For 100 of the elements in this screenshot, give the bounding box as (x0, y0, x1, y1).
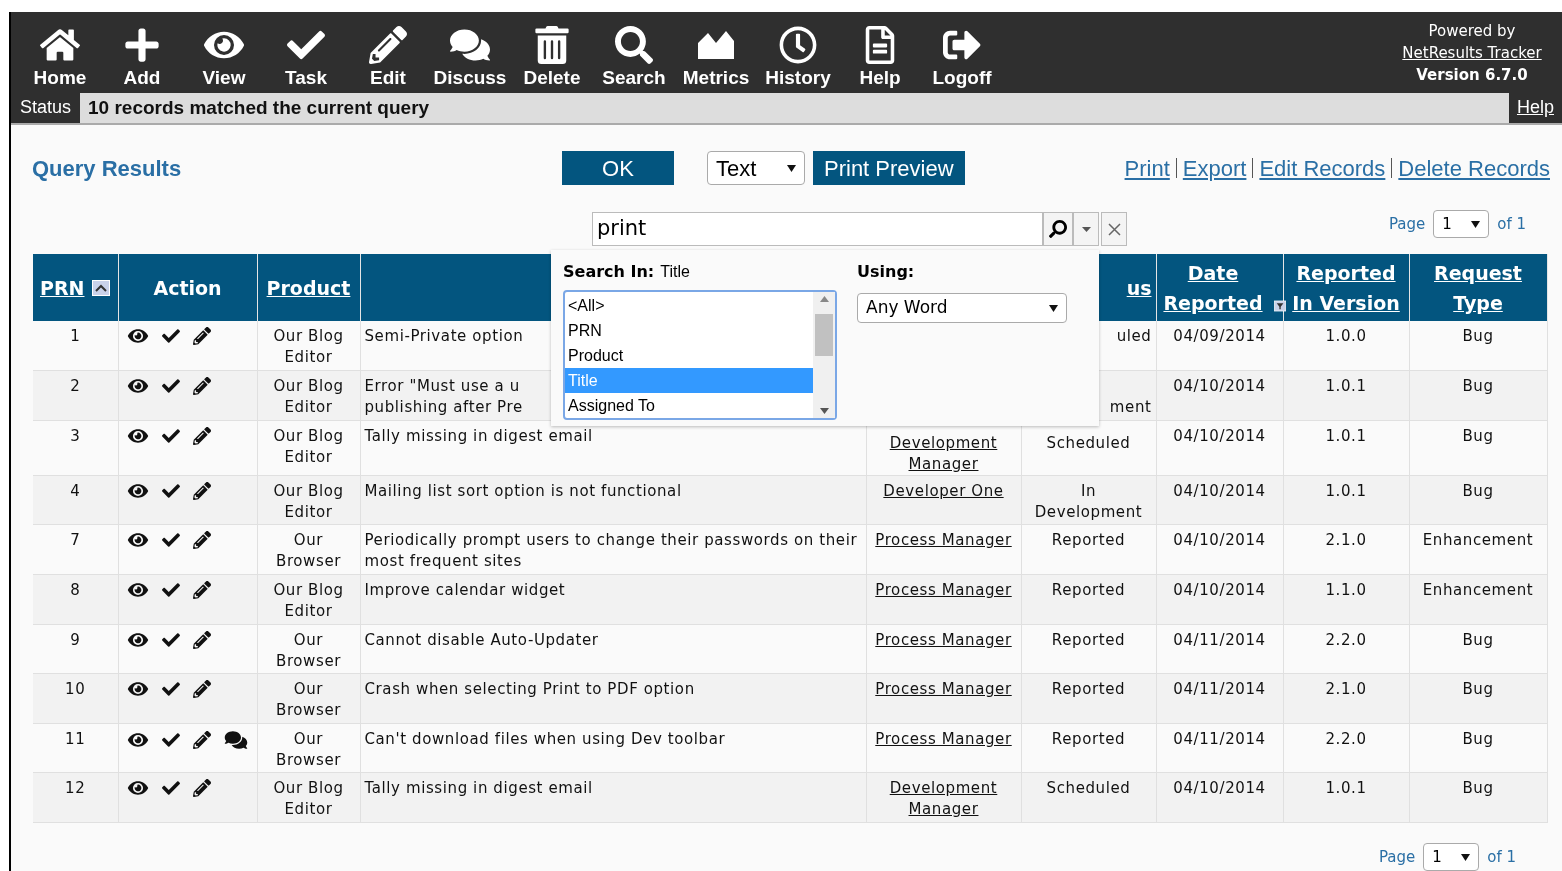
toolbar-button[interactable]: Search (593, 12, 675, 90)
assignee-link[interactable]: Process Manager (875, 728, 1012, 750)
action-link[interactable]: Delete Records (1398, 151, 1550, 185)
search-button[interactable] (1043, 212, 1073, 247)
using-select[interactable]: Any Word (857, 293, 1067, 323)
checkmark-icon[interactable] (160, 581, 181, 600)
checkmark-icon[interactable] (160, 680, 181, 699)
search-field-list[interactable]: <All> PRN Product Title Assigned To (563, 290, 837, 420)
using-label: Using: (857, 261, 916, 283)
view-icon[interactable] (126, 779, 149, 798)
field-option[interactable]: Assigned To (565, 393, 813, 418)
clear-search-button[interactable] (1101, 212, 1127, 247)
edit-icon[interactable] (192, 426, 211, 445)
status-cell: ment (1109, 398, 1152, 417)
edit-icon[interactable] (192, 327, 211, 346)
field-option[interactable]: <All> (565, 293, 813, 318)
view-icon[interactable] (126, 531, 149, 550)
prn-cell: 2 (33, 370, 118, 421)
view-icon[interactable] (126, 481, 149, 500)
filter-icon[interactable] (1273, 297, 1286, 314)
view-icon[interactable] (126, 630, 149, 649)
checkmark-icon[interactable] (160, 779, 181, 798)
toolbar-button[interactable]: Edit (347, 12, 429, 90)
assignee-link[interactable]: Developer One (883, 480, 1004, 502)
help-link[interactable]: Help (1508, 92, 1562, 124)
assignee-link[interactable]: Process Manager (875, 629, 1012, 651)
edit-icon[interactable] (192, 531, 211, 550)
edit-icon[interactable] (192, 779, 211, 798)
action-link[interactable]: Print (1124, 151, 1170, 185)
assignee-link[interactable]: Development Manager (870, 432, 1017, 475)
edit-icon[interactable] (192, 581, 211, 600)
request-type-cell: Bug (1462, 630, 1494, 649)
action-link[interactable]: Export (1182, 151, 1247, 185)
date-cell: 04/10/2014 (1173, 426, 1266, 445)
checkmark-icon[interactable] (160, 377, 181, 396)
field-option[interactable]: PRN (565, 318, 813, 343)
edit-icon[interactable] (192, 680, 211, 699)
view-icon[interactable] (126, 377, 149, 396)
search-in-value: Title (660, 262, 690, 282)
action-link[interactable]: Edit Records (1259, 151, 1386, 185)
status-cell: Reported (1051, 630, 1126, 649)
assignee-link[interactable]: Process Manager (875, 580, 1012, 602)
edit-icon[interactable] (192, 730, 211, 749)
toolbar-button[interactable]: Delete (511, 12, 593, 90)
scrollbar[interactable] (813, 292, 835, 418)
view-icon[interactable] (126, 581, 149, 600)
checkmark-icon[interactable] (160, 630, 181, 649)
search-in-label: Search In: (563, 261, 655, 283)
toolbar-button[interactable]: View (183, 12, 265, 90)
print-preview-button[interactable]: Print Preview (813, 151, 965, 186)
scroll-down-arrow-icon[interactable] (819, 408, 829, 414)
toolbar-button[interactable]: Home (19, 12, 101, 90)
view-icon[interactable] (126, 680, 149, 699)
sort-ascending-icon[interactable] (92, 279, 111, 296)
speech-bubbles-icon (450, 26, 490, 64)
checkmark-icon[interactable] (160, 426, 181, 445)
status-cell: uled (1116, 327, 1152, 346)
scroll-up-arrow-icon[interactable] (819, 296, 829, 302)
powered-by-text: Powered by (1428, 21, 1516, 42)
checkmark-icon[interactable] (160, 730, 181, 749)
request-type-cell: Enhancement (1422, 531, 1534, 550)
toolbar-button[interactable]: Discuss (429, 12, 511, 90)
edit-icon[interactable] (192, 377, 211, 396)
view-icon[interactable] (126, 426, 149, 445)
status-cell: Reported (1051, 581, 1126, 600)
page-select[interactable]: 1 (1423, 843, 1480, 871)
version-cell: 1.1.0 (1325, 581, 1367, 600)
toolbar-button[interactable]: Help (839, 12, 921, 90)
checkmark-icon[interactable] (160, 481, 181, 500)
assignee-link[interactable]: Development Manager (870, 778, 1017, 821)
date-cell: 04/10/2014 (1173, 779, 1266, 798)
assignee-link[interactable]: Process Manager (875, 679, 1012, 701)
search-options-button[interactable] (1073, 212, 1099, 247)
checkmark-icon[interactable] (160, 327, 181, 346)
toolbar-button[interactable]: Metrics (675, 12, 757, 90)
toolbar-button[interactable]: Add (101, 12, 183, 90)
date-cell: 04/11/2014 (1173, 680, 1266, 699)
page-select[interactable]: 1 (1433, 210, 1490, 239)
view-icon[interactable] (126, 730, 149, 749)
page-label: Page (1388, 213, 1426, 235)
trash-icon (532, 26, 572, 64)
page-total: of 1 (1487, 846, 1516, 868)
toolbar-button[interactable]: Logoff (921, 12, 1003, 90)
title-cell: Periodically prompt users to change their passwords on their most frequent sites (364, 531, 858, 571)
format-select[interactable]: Text (707, 151, 805, 186)
edit-icon[interactable] (192, 630, 211, 649)
edit-icon[interactable] (192, 481, 211, 500)
ok-button[interactable]: OK (562, 151, 674, 186)
view-icon[interactable] (126, 327, 149, 346)
toolbar-button[interactable]: Task (265, 12, 347, 90)
checkmark-icon[interactable] (160, 531, 181, 550)
date-cell: 04/10/2014 (1173, 481, 1266, 500)
prn-cell: 10 (33, 673, 118, 724)
search-field[interactable]: print (592, 212, 1043, 247)
discussion-icon[interactable] (222, 729, 249, 750)
product-link[interactable]: NetResults Tracker (1402, 42, 1542, 64)
field-option[interactable]: Product (565, 343, 813, 368)
assignee-link[interactable]: Process Manager (875, 530, 1012, 552)
toolbar-button[interactable]: History (757, 12, 839, 90)
title-cell: Can't download files when using Dev toolbar (364, 729, 726, 748)
